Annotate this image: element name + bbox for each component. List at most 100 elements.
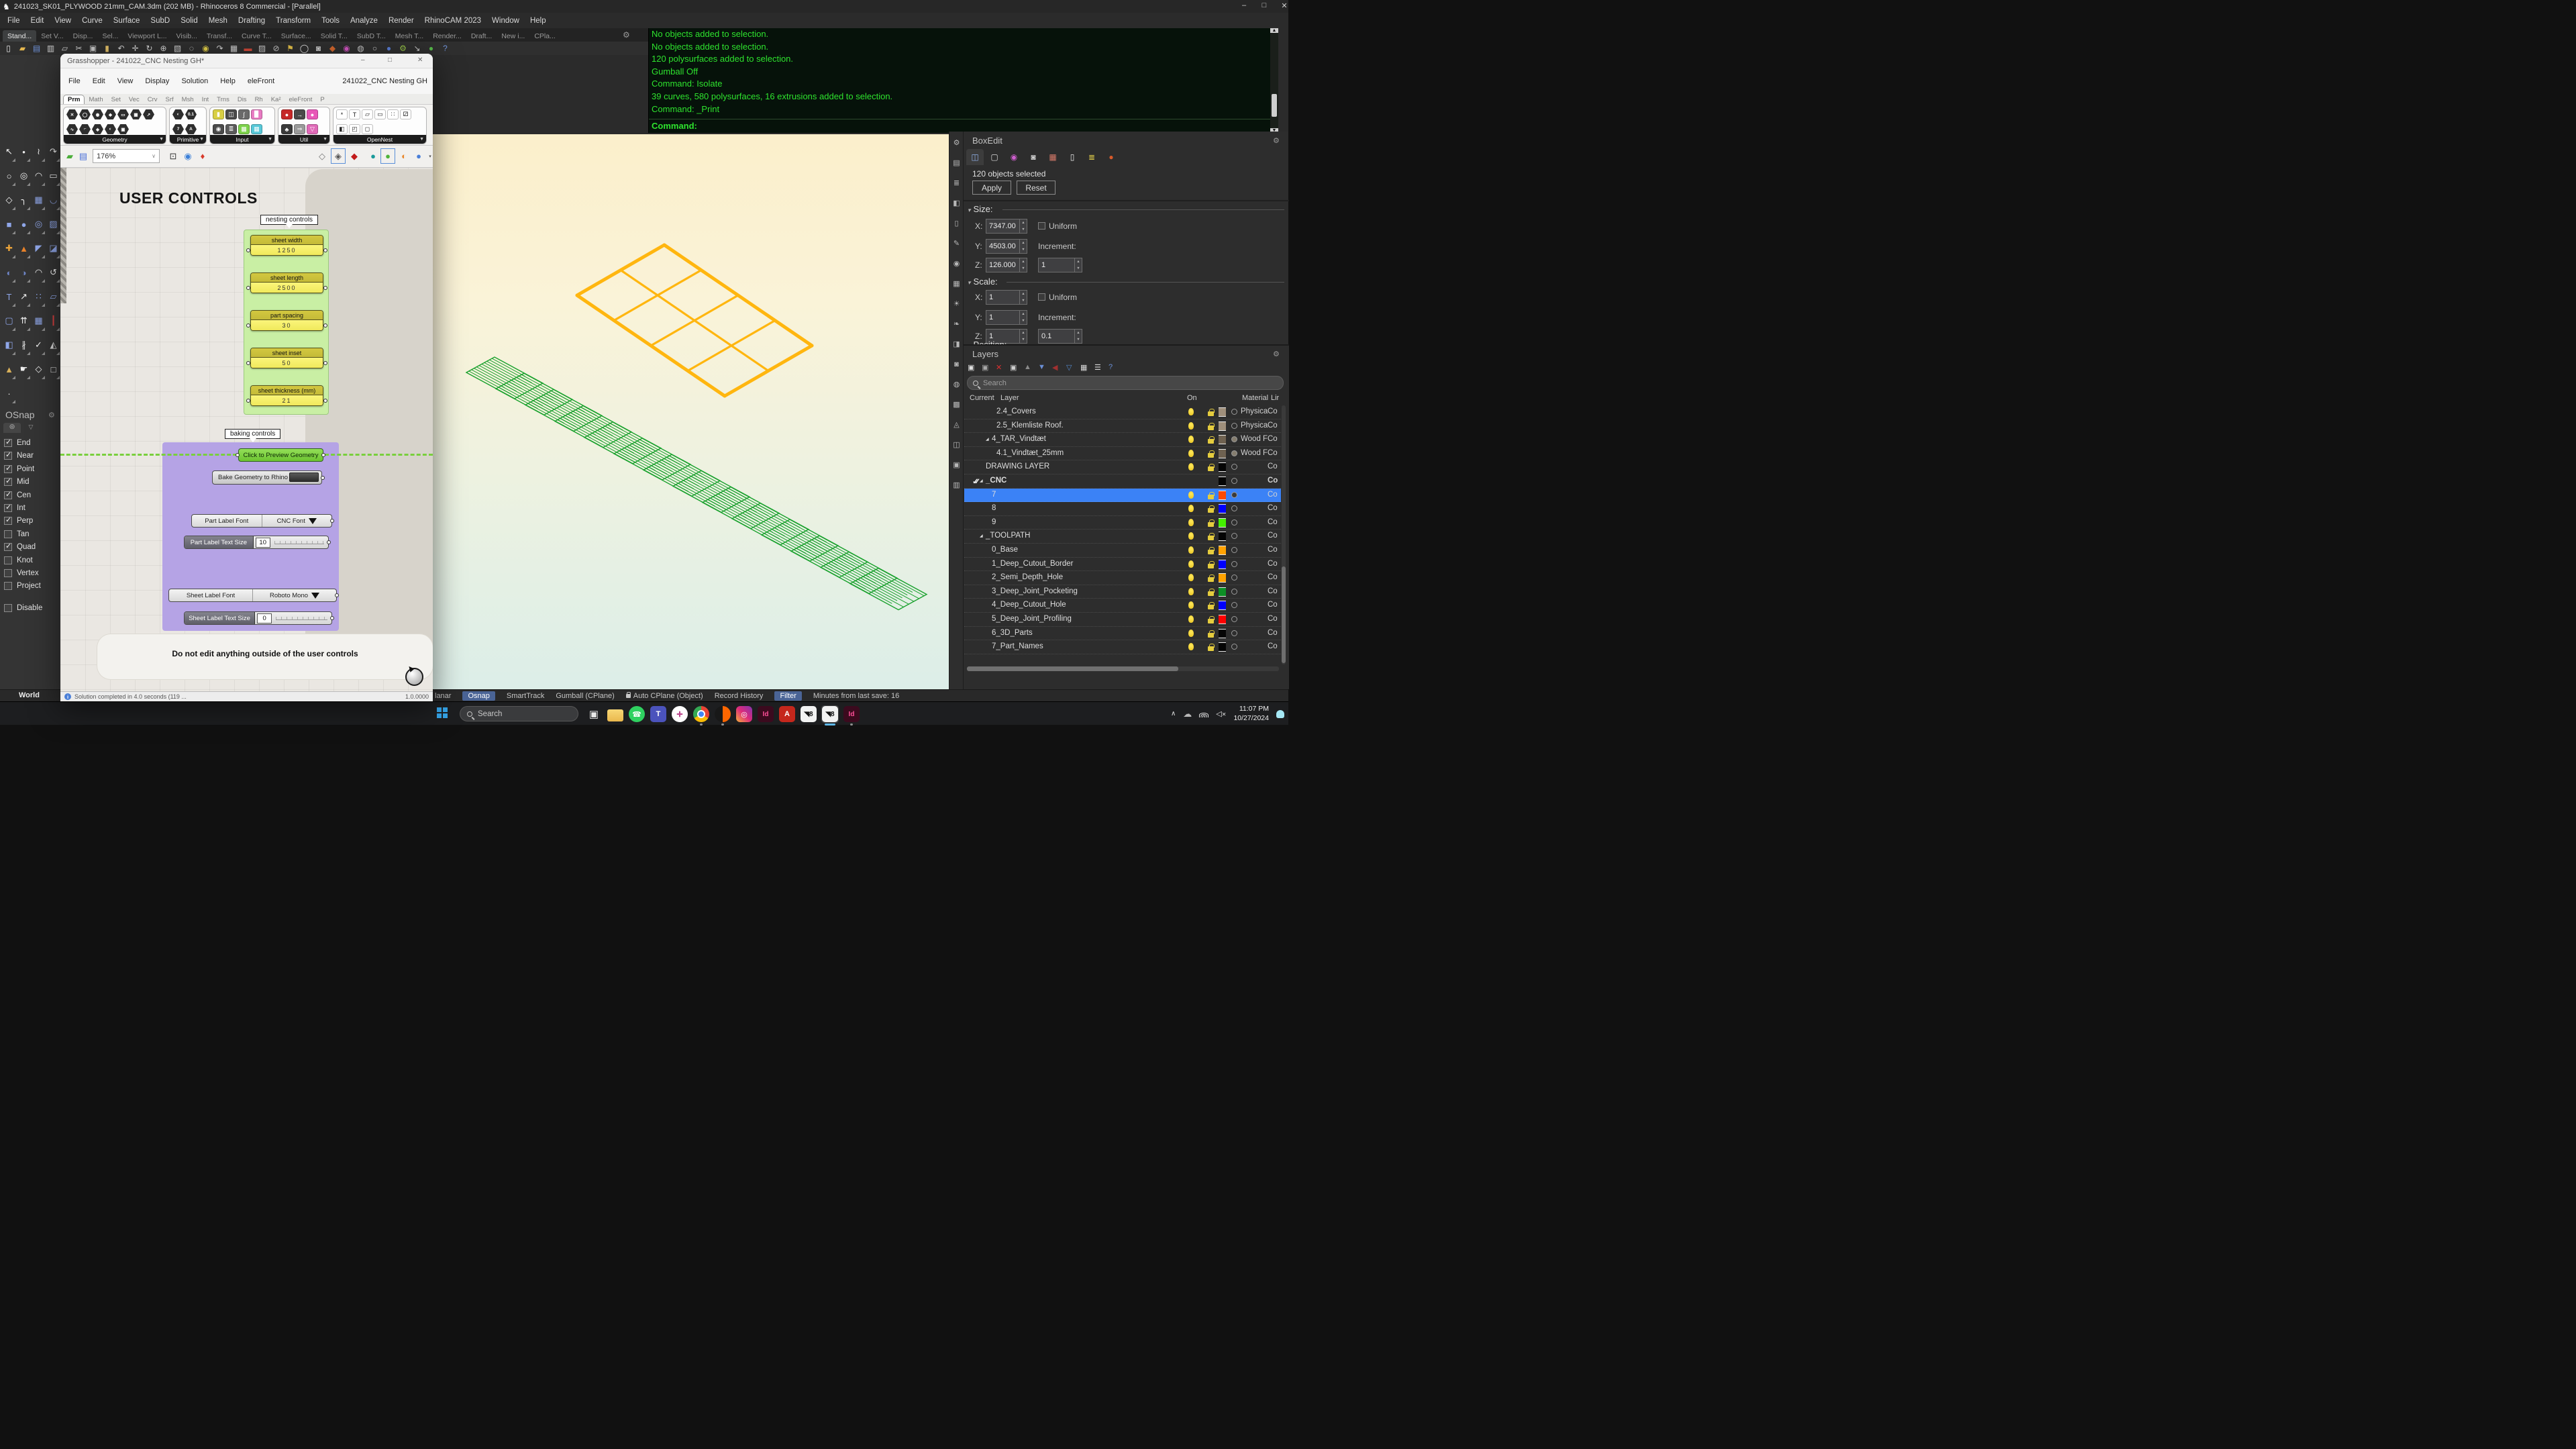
material-circle-icon[interactable] bbox=[1231, 423, 1237, 429]
bake-geometry-button[interactable]: Bake Geometry to Rhino bbox=[212, 470, 322, 485]
material-circle-icon[interactable] bbox=[1231, 589, 1237, 595]
taskbar-app-affinity[interactable] bbox=[714, 705, 731, 723]
osnap-option-cen[interactable]: Cen bbox=[4, 491, 31, 499]
slider-sheet-length[interactable]: sheet length2500 bbox=[250, 272, 323, 293]
layer-row-1_Deep_Cutout_Border[interactable]: 1_Deep_Cutout_BorderCo bbox=[964, 558, 1281, 572]
size-z-input[interactable]: 126.000▲▼ bbox=[986, 258, 1027, 272]
render-plugin-icon[interactable]: ● bbox=[425, 42, 437, 54]
torus-icon[interactable]: ◎ bbox=[32, 213, 46, 235]
toolbar-tab[interactable]: SubD T... bbox=[352, 30, 391, 42]
layers-icon[interactable]: ≣ bbox=[951, 177, 962, 189]
toolbar-tab[interactable]: Viewport L... bbox=[123, 30, 171, 42]
gh-component-icon[interactable]: ⇒ bbox=[294, 124, 305, 134]
pyramid-icon[interactable]: ▲ bbox=[2, 358, 16, 380]
menu-drafting[interactable]: Drafting bbox=[234, 15, 270, 26]
layers-new-sublayer-icon[interactable]: ▣ bbox=[982, 363, 988, 372]
copy-icon[interactable]: ▣ bbox=[87, 42, 99, 54]
gh-component-icon[interactable]: ▱ bbox=[362, 109, 373, 119]
wireframe-view-icon[interactable]: ○ bbox=[368, 42, 381, 54]
paste-icon[interactable]: ▮ bbox=[101, 42, 113, 54]
open-file-icon[interactable]: ▰ bbox=[16, 42, 29, 54]
layer-lock-icon[interactable] bbox=[1208, 619, 1214, 623]
maximize-button[interactable]: □ bbox=[1255, 1, 1274, 9]
fillet-icon[interactable]: ╮ bbox=[17, 189, 31, 211]
layer-visibility-bulb-icon[interactable] bbox=[1188, 422, 1194, 430]
layer-row-2.5_Klemliste-Roof.[interactable]: 2.5_Klemliste Roof.PhysicaCo bbox=[964, 419, 1281, 434]
undo-view-icon[interactable]: ↷ bbox=[213, 42, 226, 54]
layer-name[interactable]: 0_Base bbox=[992, 546, 1018, 554]
taskbar-app-teams[interactable]: T bbox=[650, 705, 667, 723]
gh-component-icon[interactable]: ♣ bbox=[281, 124, 293, 134]
layer-visibility-bulb-icon[interactable] bbox=[1188, 630, 1194, 637]
layer-lock-icon[interactable] bbox=[1208, 439, 1214, 444]
preview-shaded-gem-icon[interactable]: ◈ bbox=[331, 149, 345, 163]
gh-component-icon[interactable]: ✕ bbox=[66, 109, 78, 119]
layer-lock-icon[interactable] bbox=[1208, 536, 1214, 540]
layers-delete-layer-icon[interactable]: ✕ bbox=[996, 363, 1002, 372]
col-current[interactable]: Current bbox=[970, 394, 994, 402]
layer-lock-icon[interactable] bbox=[1208, 495, 1214, 499]
toolbar-gear-icon[interactable]: ⚙ bbox=[623, 30, 630, 40]
layer-name[interactable]: 5_Deep_Joint_Profiling bbox=[992, 615, 1072, 623]
gh-component-icon[interactable]: ⌐ bbox=[79, 124, 91, 134]
patch-icon[interactable]: ◡ bbox=[46, 189, 60, 211]
gh-group-label[interactable]: Input▼ bbox=[210, 135, 274, 144]
layer-name[interactable]: 6_3D_Parts bbox=[992, 629, 1033, 637]
taskbar-app-whatsapp[interactable]: ☎ bbox=[628, 705, 646, 723]
osnap-option-disable[interactable]: Disable bbox=[4, 604, 42, 612]
layer-row-5_Deep_Joint_Profiling[interactable]: 5_Deep_Joint_ProfilingCo bbox=[964, 613, 1281, 627]
gh-tab-prm[interactable]: Prm bbox=[63, 95, 85, 104]
layer-lock-icon[interactable] bbox=[1208, 633, 1214, 638]
expand-arrow-icon[interactable]: ◢ bbox=[980, 534, 983, 538]
snapshot-icon[interactable]: ◙ bbox=[951, 358, 962, 370]
checkbox-end[interactable] bbox=[4, 439, 12, 447]
minimize-button[interactable]: – bbox=[1235, 1, 1253, 9]
layer-color-swatch[interactable] bbox=[1219, 407, 1226, 417]
gh-component-icon[interactable]: ▣ bbox=[117, 124, 129, 134]
taskbar-app-acrobat[interactable]: A bbox=[778, 705, 796, 723]
toolbar-tab[interactable]: Set V... bbox=[36, 30, 68, 42]
gh-component-icon[interactable]: ▽ bbox=[307, 124, 318, 134]
layer-visibility-bulb-icon[interactable] bbox=[1188, 601, 1194, 609]
material-circle-icon[interactable] bbox=[1231, 561, 1237, 567]
pan-icon[interactable]: ✛ bbox=[129, 42, 142, 54]
size-x-input[interactable]: 7347.00▲▼ bbox=[986, 219, 1027, 234]
material-circle-icon[interactable] bbox=[1231, 492, 1237, 498]
osnap-tab[interactable]: ◎ bbox=[3, 423, 21, 433]
menu-rhinocam-2023[interactable]: RhinoCAM 2023 bbox=[420, 15, 486, 26]
layer-name[interactable]: _CNC bbox=[986, 477, 1007, 485]
layer-name[interactable]: 2.4_Covers bbox=[996, 407, 1036, 415]
taskbar-app-task-view[interactable]: ▣ bbox=[585, 705, 603, 723]
rebuild-icon[interactable]: ↺ bbox=[46, 262, 60, 283]
layer-visibility-bulb-icon[interactable] bbox=[1188, 491, 1194, 499]
layer-visibility-bulb-icon[interactable] bbox=[1188, 546, 1194, 554]
primitives-icon[interactable]: ◭ bbox=[46, 334, 60, 356]
size-y-input[interactable]: 4503.00▲▼ bbox=[986, 239, 1027, 254]
tray-chevron-icon[interactable]: ∧ bbox=[1171, 710, 1176, 717]
scale-y-input[interactable]: 1▲▼ bbox=[986, 310, 1027, 325]
material-circle-icon[interactable] bbox=[1231, 644, 1237, 650]
blob-green-icon[interactable]: ● bbox=[381, 149, 395, 163]
save-icon[interactable]: ▤ bbox=[30, 42, 43, 54]
layers-vscrollbar[interactable] bbox=[1282, 405, 1286, 664]
material-circle-icon[interactable] bbox=[1231, 547, 1237, 553]
preview-eye-icon[interactable]: ◉ bbox=[181, 149, 195, 163]
layer-lock-icon[interactable] bbox=[1208, 522, 1214, 527]
gh-component-icon[interactable]: T bbox=[349, 109, 360, 119]
preview-geometry-button[interactable]: Click to Preview Geometry bbox=[238, 448, 323, 462]
layer-lock-icon[interactable] bbox=[1208, 466, 1214, 471]
osnap-option-quad[interactable]: Quad bbox=[4, 543, 36, 551]
material-circle-icon[interactable] bbox=[1231, 602, 1237, 608]
light-icon[interactable]: ◯ bbox=[298, 42, 311, 54]
osnap-option-vertex[interactable]: Vertex bbox=[4, 569, 39, 577]
menu-view[interactable]: View bbox=[50, 15, 76, 26]
toolbar-tab[interactable]: Surface... bbox=[276, 30, 316, 42]
col-on[interactable]: On bbox=[1187, 394, 1197, 402]
zoom-level-select[interactable]: 176%∨ bbox=[93, 149, 160, 163]
taskbar-search[interactable]: Search bbox=[460, 706, 578, 721]
layer-row-2_Semi_Depth_Hole[interactable]: 2_Semi_Depth_HoleCo bbox=[964, 571, 1281, 585]
rectangle-icon[interactable]: ▭ bbox=[46, 165, 60, 187]
layer-color-swatch[interactable] bbox=[1219, 573, 1226, 583]
polygon-icon[interactable]: ◇ bbox=[2, 189, 16, 211]
port[interactable] bbox=[330, 616, 334, 620]
